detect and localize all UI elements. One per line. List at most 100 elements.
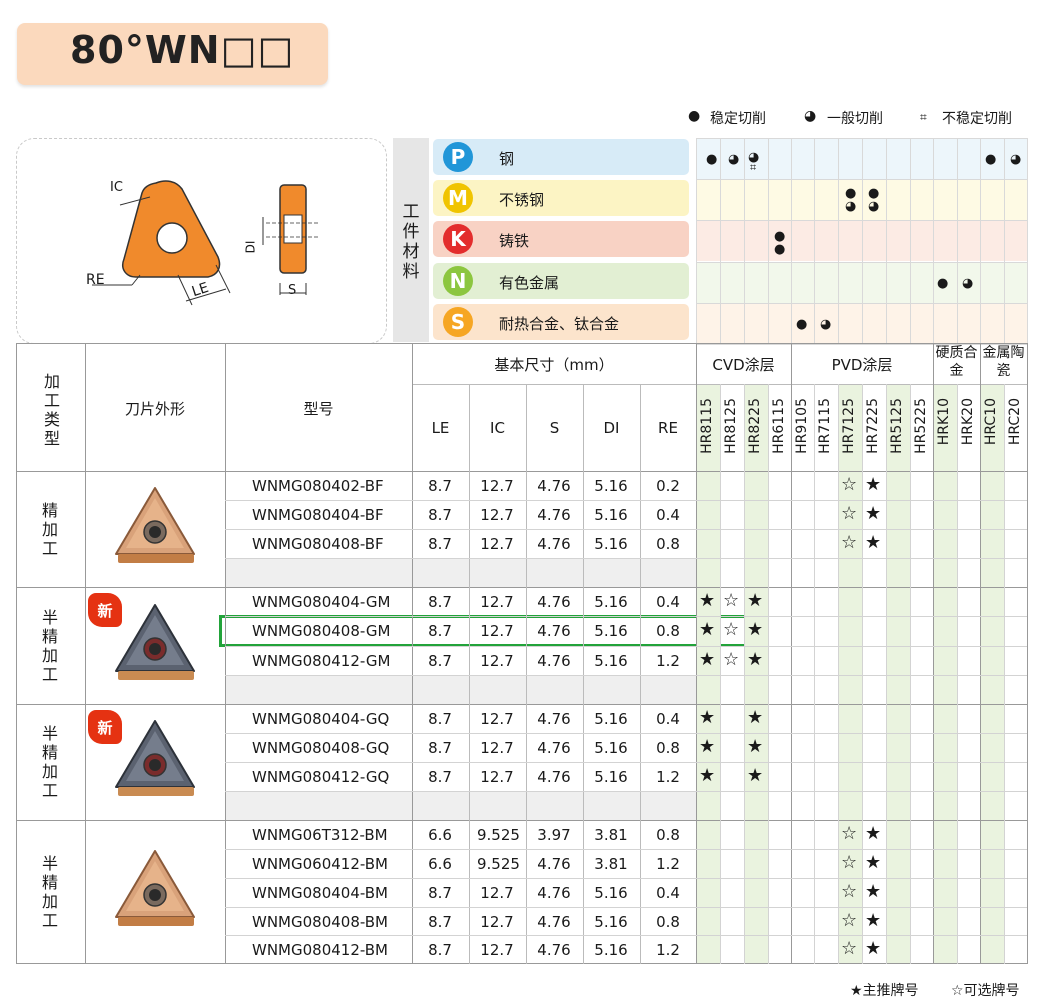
grade-mark: ☆ — [841, 852, 858, 873]
grade-mark: ★ — [699, 707, 716, 728]
grid-line — [720, 384, 721, 964]
grade-mark: ★ — [865, 503, 882, 524]
insert-photo — [115, 487, 195, 563]
material-name: 钢 — [499, 150, 515, 168]
grade-mark: ★ — [747, 590, 764, 611]
dimension-cell: 5.16 — [594, 739, 628, 757]
model-cell: WNMG080404-GM — [252, 593, 391, 611]
dimension-cell: 8.7 — [428, 710, 452, 728]
grid-line — [696, 220, 1027, 221]
grid-line — [910, 384, 911, 964]
grade-header-hr7125: HR7125 — [841, 398, 857, 454]
dimension-cell: 6.6 — [428, 826, 452, 844]
stable-cut-icon: ● — [688, 108, 701, 124]
dimension-cell: 4.76 — [537, 652, 571, 670]
dimension-cell: 8.7 — [428, 506, 452, 524]
dimension-cell: 3.81 — [594, 855, 628, 873]
dimension-cell: 1.2 — [656, 855, 680, 873]
grid-line — [886, 138, 887, 343]
dimension-cell: 5.16 — [594, 506, 628, 524]
dimension-cell: 4.76 — [537, 535, 571, 553]
material-name: 耐热合金、钛合金 — [499, 315, 620, 333]
grid-line — [696, 262, 1027, 263]
grade-header-hr7225: HR7225 — [865, 398, 881, 454]
diagram-ic-label: IC — [110, 180, 123, 195]
legend-general-label: 一般切削 — [827, 111, 883, 127]
grade-header-hr7115: HR7115 — [817, 398, 833, 454]
grade-mark: ☆ — [841, 910, 858, 931]
grade-mark: ★ — [865, 938, 882, 959]
machining-type-label: 半精加工 — [41, 853, 58, 930]
grid-line — [768, 384, 769, 964]
grid-line — [791, 343, 792, 964]
grid-line — [583, 384, 584, 964]
grid-line — [225, 733, 1027, 734]
cutting-condition-mark: ◕ — [1010, 152, 1022, 167]
grid-line — [16, 704, 1027, 705]
dimension-cell: 4.76 — [537, 768, 571, 786]
grid-line — [696, 343, 697, 964]
grid-line — [933, 343, 934, 964]
grade-mark: ★ — [865, 474, 882, 495]
dimension-cell: 0.8 — [656, 913, 680, 931]
dimension-cell: 4.76 — [537, 913, 571, 931]
cutting-condition-mark: ◕ — [820, 317, 832, 332]
dimension-cell: 0.8 — [656, 535, 680, 553]
material-badge-s: S — [443, 307, 473, 337]
model-cell: WNMG080404-BM — [252, 884, 388, 902]
dimension-cell: 12.7 — [480, 535, 514, 553]
model-cell: WNMG080402-BF — [252, 477, 384, 495]
cutting-condition-mark: ◕ — [845, 199, 857, 214]
diagram-s-label: S — [288, 283, 297, 298]
grade-mark: ★ — [699, 619, 716, 640]
dimension-cell: 5.16 — [594, 710, 628, 728]
model-header: 型号 — [303, 400, 334, 418]
grade-mark: ☆ — [841, 881, 858, 902]
grid-line — [980, 138, 981, 343]
grade-mark: ★ — [747, 736, 764, 757]
dimension-cell: 8.7 — [428, 652, 452, 670]
grid-line — [838, 384, 839, 964]
grid-line — [696, 179, 1027, 180]
dimension-cell: 4.76 — [537, 855, 571, 873]
diagram-re-label: RE — [86, 272, 105, 288]
grade-mark: ☆ — [841, 503, 858, 524]
dimension-cell: 8.7 — [428, 941, 452, 959]
model-cell: WNMG080404-BF — [252, 506, 384, 524]
dimension-cell: 5.16 — [594, 768, 628, 786]
cutting-condition-mark: ● — [706, 152, 718, 167]
grade-mark: ★ — [747, 649, 764, 670]
cermet-header: 金属陶瓷 — [982, 345, 1025, 379]
dimension-cell: 4.76 — [537, 710, 571, 728]
grid-line — [225, 343, 226, 964]
diagram-di-label: DI — [243, 240, 258, 254]
insert-photo — [115, 603, 195, 680]
model-cell: WNMG080408-BM — [252, 913, 388, 931]
legend-stable-label: 稳定切削 — [710, 111, 766, 127]
grade-mark: ☆ — [841, 532, 858, 553]
dimension-cell: 8.7 — [428, 739, 452, 757]
grid-line — [225, 791, 1027, 792]
grid-line — [957, 138, 958, 343]
grade-mark: ☆ — [723, 649, 740, 670]
dimension-cell: 12.7 — [480, 622, 514, 640]
grid-line — [744, 138, 745, 343]
grid-line — [469, 384, 470, 964]
grid-line — [1004, 384, 1005, 964]
machining-type-label: 半精加工 — [41, 724, 58, 800]
dim-header-ic: IC — [490, 419, 505, 437]
type-header: 加工类型 — [43, 372, 60, 448]
dim-header-le: LE — [431, 419, 450, 437]
grade-header-hr8115: HR8115 — [699, 398, 715, 454]
grade-mark: ★ — [699, 736, 716, 757]
grid-line — [933, 138, 934, 343]
dim-header-re: RE — [658, 419, 678, 437]
dimension-cell: 4.76 — [537, 884, 571, 902]
grade-header-hr8125: HR8125 — [723, 398, 739, 454]
material-badge-m: M — [443, 183, 473, 213]
dimension-cell: 1.2 — [656, 652, 680, 670]
grade-header-hrc10: HRC10 — [983, 398, 999, 446]
grid-line — [16, 820, 1027, 821]
grade-mark: ★ — [865, 881, 882, 902]
dimension-cell: 12.7 — [480, 739, 514, 757]
